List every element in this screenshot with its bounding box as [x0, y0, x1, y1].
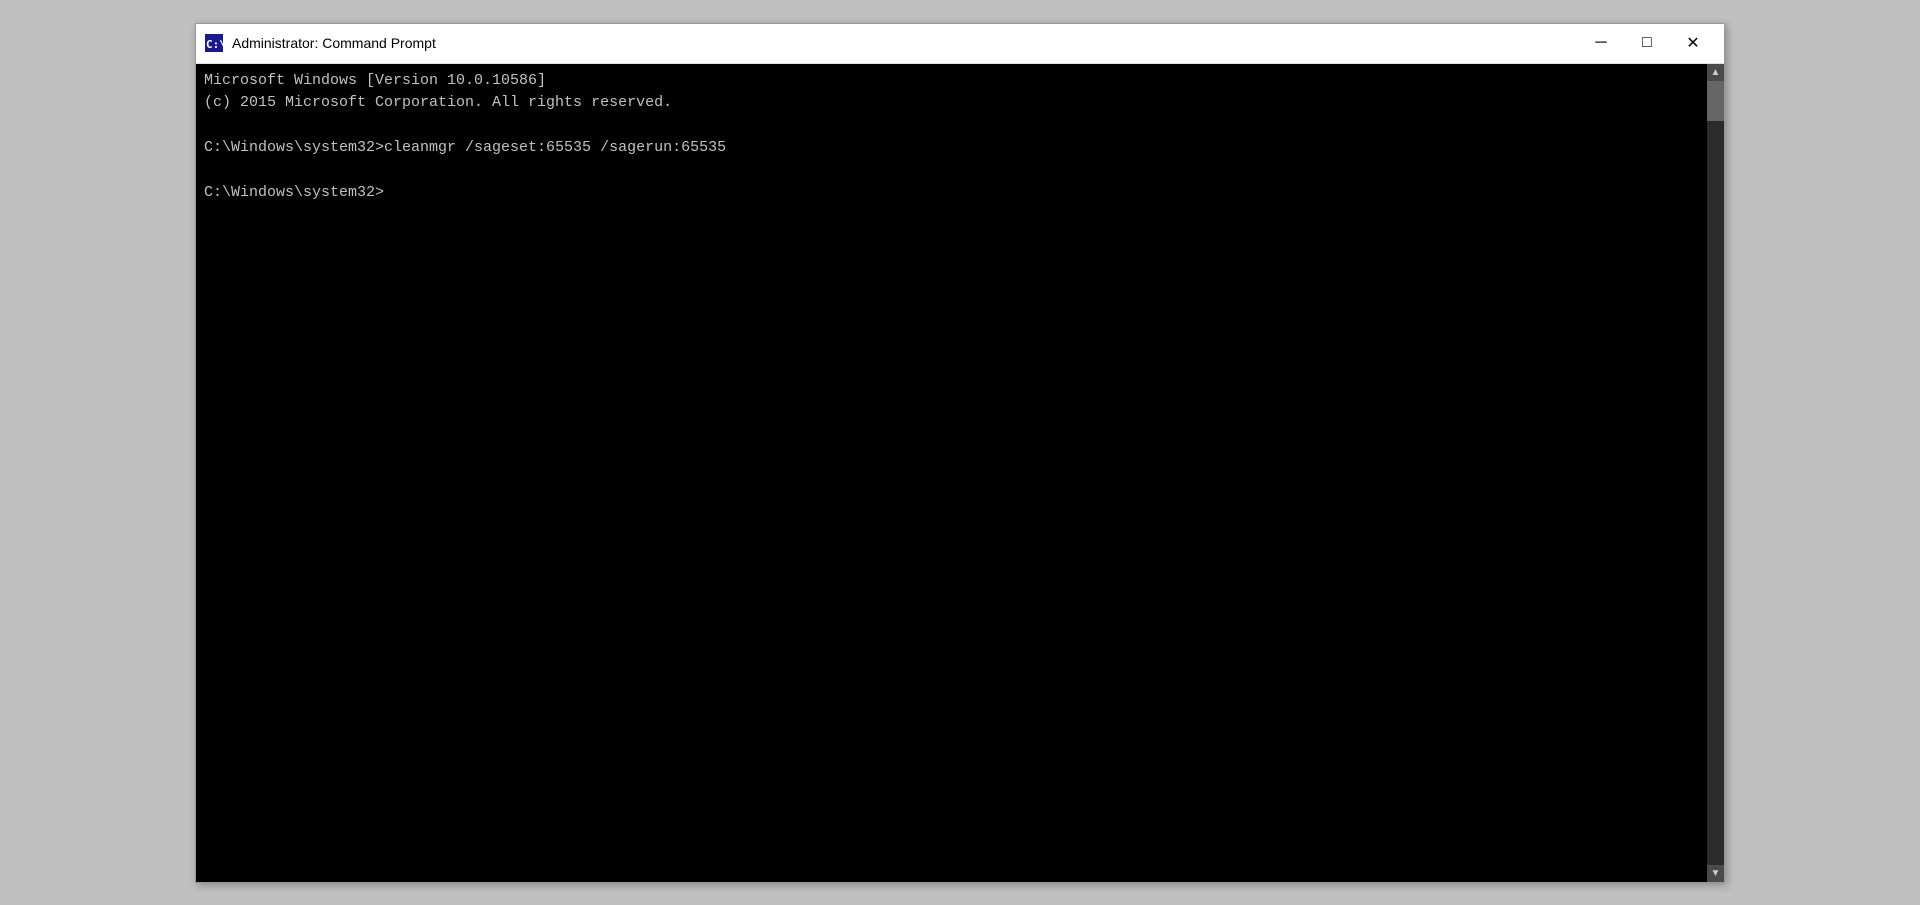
scroll-track[interactable]: [1707, 81, 1724, 865]
svg-text:C:\: C:\: [206, 38, 223, 51]
cmd-icon: C:\: [204, 33, 224, 53]
scroll-down-arrow[interactable]: ▼: [1707, 865, 1724, 882]
scrollbar[interactable]: ▲ ▼: [1707, 64, 1724, 882]
window-title: Administrator: Command Prompt: [232, 35, 1578, 51]
scroll-thumb[interactable]: [1707, 81, 1724, 121]
scroll-up-arrow[interactable]: ▲: [1707, 64, 1724, 81]
terminal-output: Microsoft Windows [Version 10.0.10586] (…: [204, 70, 1716, 205]
cmd-svg-icon: C:\: [205, 34, 223, 52]
close-button[interactable]: ✕: [1670, 23, 1716, 63]
maximize-button[interactable]: □: [1624, 23, 1670, 63]
cmd-window: C:\ Administrator: Command Prompt ─ □ ✕ …: [195, 23, 1725, 883]
window-controls: ─ □ ✕: [1578, 23, 1716, 63]
minimize-button[interactable]: ─: [1578, 23, 1624, 63]
terminal-body[interactable]: Microsoft Windows [Version 10.0.10586] (…: [196, 64, 1724, 882]
title-bar: C:\ Administrator: Command Prompt ─ □ ✕: [196, 24, 1724, 64]
